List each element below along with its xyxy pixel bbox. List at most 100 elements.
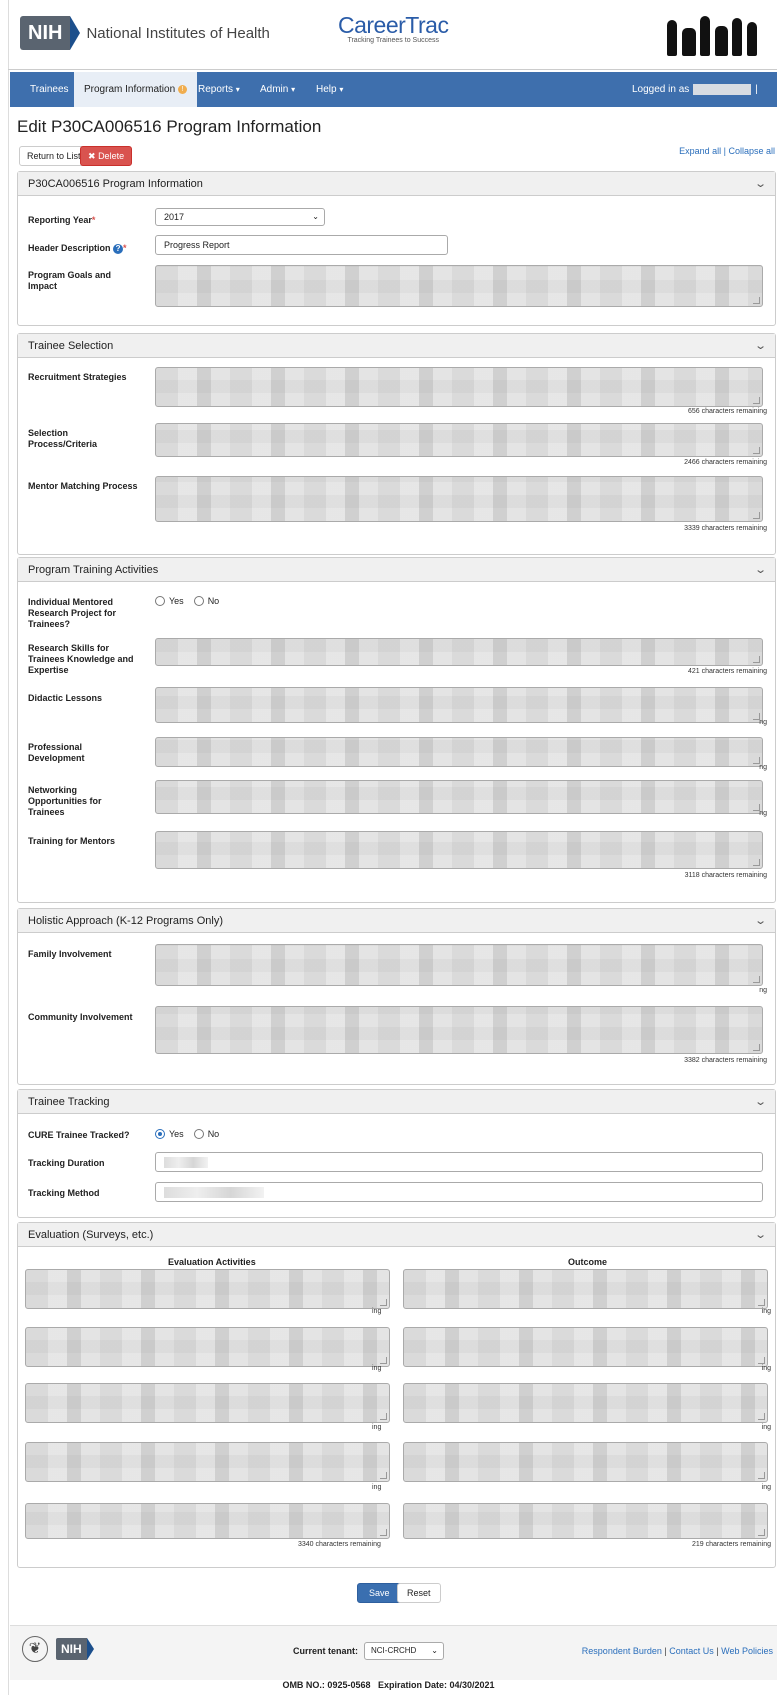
nav-help[interactable]: Help ▾ <box>316 72 343 107</box>
networking-label: Networking Opportunities for Trainees <box>28 785 102 817</box>
column-header-outcome: Outcome <box>568 1257 608 1267</box>
family-remaining-partial: ng <box>759 987 767 994</box>
research-skills-remaining: 421 characters remaining <box>688 668 767 675</box>
panel-heading[interactable]: P30CA006516 Program Information ⌄ <box>18 172 775 196</box>
radio-yes[interactable] <box>155 1129 165 1139</box>
mentor-matching-textarea[interactable] <box>155 476 763 522</box>
program-goals-textarea[interactable] <box>155 265 763 307</box>
panel-heading[interactable]: Evaluation (Surveys, etc.) ⌄ <box>18 1223 775 1247</box>
training-for-mentors-textarea[interactable] <box>155 831 763 869</box>
nav-admin[interactable]: Admin ▾ <box>260 72 295 107</box>
family-involvement-textarea[interactable] <box>155 944 763 986</box>
collapse-all-link[interactable]: Collapse all <box>728 146 775 156</box>
panel-program-information: P30CA006516 Program Information ⌄ Reporti… <box>17 171 776 326</box>
nav-trainees[interactable]: Trainees <box>30 72 69 107</box>
mentor-matching-label: Mentor Matching Process <box>28 481 138 491</box>
radio-no[interactable] <box>193 1129 204 1139</box>
panel-heading[interactable]: Trainee Tracking ⌄ <box>18 1090 775 1114</box>
didactic-lessons-textarea[interactable] <box>155 687 763 723</box>
expand-all-link[interactable]: Expand all <box>679 146 721 156</box>
radio-yes-label: Yes <box>169 1129 184 1139</box>
delete-label: Delete <box>98 151 125 161</box>
evaluation-activity-textarea[interactable] <box>25 1269 390 1309</box>
header-description-input[interactable]: Progress Report <box>155 235 448 255</box>
chevron-down-icon[interactable]: ⌄ <box>754 334 767 358</box>
chevron-down-icon[interactable]: ⌄ <box>754 558 767 582</box>
panel-heading[interactable]: Holistic Approach (K-12 Programs Only) ⌄ <box>18 909 775 933</box>
app-title: CareerTrac <box>338 12 449 38</box>
chevron-down-icon[interactable]: ⌄ <box>754 1223 767 1247</box>
tenant-label: Current tenant: <box>293 1646 358 1656</box>
nih-arrow-icon <box>70 16 81 50</box>
caret-down-icon: ▾ <box>339 85 344 94</box>
expand-collapse-links: Expand all | Collapse all <box>679 146 775 156</box>
reset-button[interactable]: Reset <box>397 1583 441 1603</box>
tracking-duration-input[interactable] <box>155 1152 763 1172</box>
reporting-year-select[interactable]: 2017 ⌄ <box>155 208 325 226</box>
nav-program-information[interactable]: Program Information ! <box>74 72 197 107</box>
panel-training-activities: Program Training Activities ⌄ Individual … <box>17 557 776 903</box>
radio-yes[interactable] <box>155 596 165 606</box>
nih-logo[interactable]: NIH National Institutes of Health <box>20 16 270 50</box>
chevron-down-icon[interactable]: ⌄ <box>754 909 767 933</box>
selection-criteria-textarea[interactable] <box>155 423 763 457</box>
networking-textarea[interactable] <box>155 780 763 814</box>
main-nav: Trainees Program Information ! Reports ▾… <box>10 72 777 130</box>
header-description-label: Header Description ? * <box>28 243 127 254</box>
evaluation-outcome-textarea[interactable] <box>403 1383 768 1423</box>
tenant-select[interactable]: NCI-CRCHD ⌄ <box>364 1642 444 1660</box>
link-separator: | <box>664 1646 667 1656</box>
selection-remaining: 2466 characters remaining <box>684 459 767 466</box>
careertrac-logo[interactable]: CareerTrac Tracking Trainees to Success <box>338 12 449 44</box>
professional-development-textarea[interactable] <box>155 737 763 767</box>
program-goals-label: Program Goals and Impact <box>28 270 112 291</box>
contact-us-link[interactable]: Contact Us <box>669 1646 714 1656</box>
hhs-eagle-icon[interactable]: ❦ <box>22 1636 48 1662</box>
tenant-selector: Current tenant: NCI-CRCHD ⌄ <box>293 1642 444 1660</box>
activity-remaining-partial: ing <box>372 1424 382 1431</box>
evaluation-activity-textarea[interactable] <box>25 1503 390 1539</box>
select-value: 2017 <box>164 212 185 222</box>
site-header: NIH National Institutes of Health Career… <box>8 0 777 70</box>
respondent-burden-link[interactable]: Respondent Burden <box>582 1646 662 1656</box>
help-icon[interactable]: ? <box>113 244 124 254</box>
radio-no[interactable] <box>193 596 204 606</box>
label-text: Header Description <box>28 243 111 253</box>
networking-remaining-partial: ng <box>759 810 767 817</box>
delete-button[interactable]: ✖ Delete <box>80 146 133 166</box>
evaluation-activity-textarea[interactable] <box>25 1383 390 1423</box>
evaluation-outcome-textarea[interactable] <box>403 1269 768 1309</box>
chevron-down-icon[interactable]: ⌄ <box>754 172 767 196</box>
panel-heading[interactable]: Trainee Selection ⌄ <box>18 334 775 358</box>
nih-footer-abbr: NIH <box>56 1638 87 1660</box>
evaluation-activity-textarea[interactable] <box>25 1442 390 1482</box>
tracking-method-input[interactable] <box>155 1182 763 1202</box>
evaluation-activity-textarea[interactable] <box>25 1327 390 1367</box>
web-policies-link[interactable]: Web Policies <box>721 1646 773 1656</box>
outcome-remaining: 219 characters remaining <box>692 1541 771 1548</box>
return-to-list-button[interactable]: Return to List <box>19 146 89 166</box>
nih-footer-logo[interactable]: NIH <box>56 1638 94 1660</box>
footer-links: Respondent Burden | Contact Us | Web Pol… <box>582 1646 773 1656</box>
cure-tracked-radio-group: Yes No <box>155 1129 219 1139</box>
evaluation-outcome-textarea[interactable] <box>403 1327 768 1367</box>
evaluation-outcome-textarea[interactable] <box>403 1442 768 1482</box>
activity-remaining-partial: ing <box>372 1308 382 1315</box>
redacted-username <box>693 83 752 95</box>
research-skills-label: Research Skills for Trainees Knowledge a… <box>28 643 134 675</box>
evaluation-outcome-textarea[interactable] <box>403 1503 768 1539</box>
required-asterisk: * <box>91 215 96 225</box>
redacted-value <box>164 1157 208 1168</box>
nav-reports[interactable]: Reports ▾ <box>198 72 240 107</box>
community-involvement-textarea[interactable] <box>155 1006 763 1054</box>
recruitment-textarea[interactable] <box>155 367 763 407</box>
chevron-down-icon[interactable]: ⌄ <box>754 1090 767 1114</box>
cure-tracked-label: CURE Trainee Tracked? <box>28 1130 130 1140</box>
mentors-remaining: 3118 characters remaining <box>684 872 767 879</box>
research-skills-textarea[interactable] <box>155 638 763 666</box>
nav-trainees-label: Trainees <box>30 84 69 95</box>
nav-reports-label: Reports <box>198 84 234 95</box>
activities-remaining: 3340 characters remaining <box>298 1541 381 1548</box>
panel-heading[interactable]: Program Training Activities ⌄ <box>18 558 775 582</box>
save-button[interactable]: Save <box>357 1583 402 1603</box>
